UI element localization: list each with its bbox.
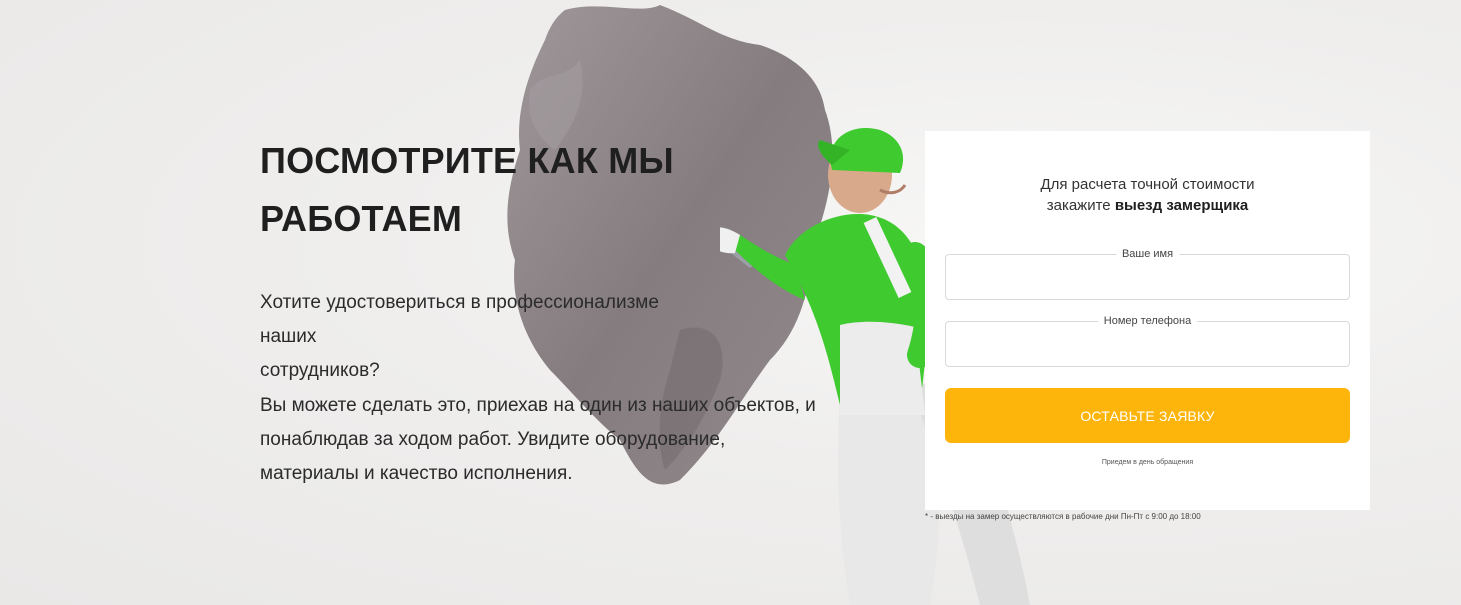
- description-line-3: материалы и качество исполнения.: [260, 463, 573, 484]
- section-heading: ПОСМОТРИТЕ КАК МЫ РАБОТАЕМ: [260, 132, 780, 248]
- intro-line-1: Хотите удостовериться в профессионализме…: [260, 292, 659, 347]
- description-line-2: понаблюдав за ходом работ. Увидите обору…: [260, 429, 726, 450]
- name-field[interactable]: Ваше имя: [945, 247, 1350, 300]
- submit-request-button[interactable]: ОСТАВЬТЕ ЗАЯВКУ: [945, 388, 1350, 443]
- phone-field[interactable]: Номер телефона: [945, 314, 1350, 367]
- heading-line-2: РАБОТАЕМ: [260, 198, 463, 239]
- phone-input[interactable]: [946, 322, 1349, 366]
- form-title-line-1: Для расчета точной стоимости: [1040, 176, 1255, 193]
- form-title-line-2-prefix: закажите: [1046, 197, 1115, 214]
- intro-paragraph: Хотите удостовериться в профессионализме…: [260, 286, 720, 388]
- measurement-request-form: Для расчета точной стоимости закажите вы…: [925, 131, 1370, 510]
- description-line-1: Вы можете сделать это, приехав на один и…: [260, 395, 816, 416]
- form-title: Для расчета точной стоимости закажите вы…: [925, 174, 1370, 216]
- name-input[interactable]: [946, 255, 1349, 299]
- intro-line-2: сотрудников?: [260, 360, 380, 381]
- description-paragraph: Вы можете сделать это, приехав на один и…: [260, 389, 820, 491]
- form-note: Приедем в день обращения: [1101, 459, 1194, 466]
- schedule-footnote: * - выезды на замер осуществляются в раб…: [925, 512, 1201, 521]
- heading-line-1: ПОСМОТРИТЕ КАК МЫ: [260, 140, 674, 181]
- form-title-line-2-bold: выезд замерщика: [1114, 197, 1249, 214]
